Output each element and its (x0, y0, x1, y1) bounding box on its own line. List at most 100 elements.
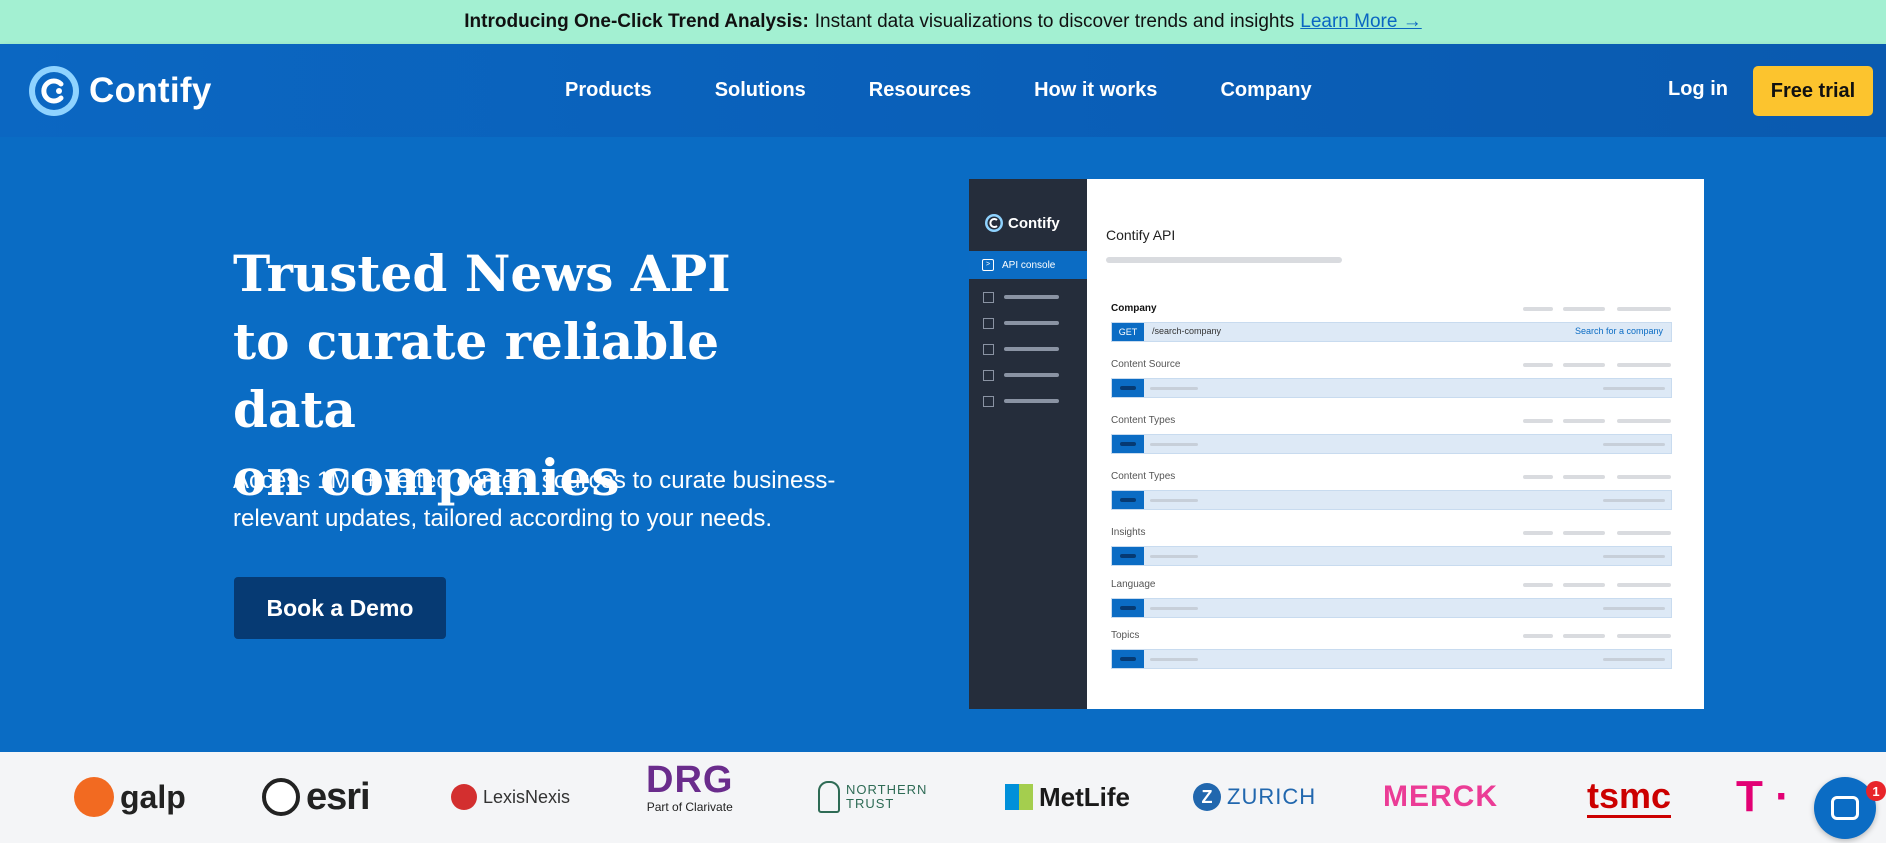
logo-text: ZURICH (1227, 784, 1317, 809)
placeholder-line (1106, 257, 1342, 263)
logo-text: MetLife (1039, 781, 1130, 812)
method-badge (1112, 491, 1144, 509)
section-label: Topics (1111, 630, 1140, 641)
console-sidebar: Contify > API console (969, 179, 1087, 709)
placeholder-line (1523, 583, 1553, 587)
method-badge (1112, 599, 1144, 617)
section-label: Content Types (1111, 471, 1176, 482)
free-trial-button[interactable]: Free trial (1753, 66, 1873, 116)
sidebar-item-label: API console (1002, 259, 1056, 271)
logo-text: tsmc (1587, 774, 1672, 818)
section-label: Content Source (1111, 359, 1181, 370)
logo-drg: DRG Part of Clarivate (646, 759, 734, 813)
logo-text: DRG (646, 759, 734, 801)
book-demo-button[interactable]: Book a Demo (234, 577, 446, 639)
placeholder-line (1617, 475, 1671, 479)
placeholder-line (1617, 307, 1671, 311)
terminal-icon: > (982, 259, 994, 271)
placeholder-line (1523, 419, 1553, 423)
placeholder-line (1523, 307, 1553, 311)
placeholder-line (1004, 347, 1059, 351)
globe-icon (262, 778, 300, 816)
sidebar-item[interactable] (983, 395, 1078, 407)
announcement-text: Instant data visualizations to discover … (814, 11, 1295, 32)
endpoint-section: Topics (1111, 630, 1672, 680)
brand-name: Contify (89, 71, 212, 110)
logo-text: galp (120, 778, 186, 815)
sidebar-item[interactable] (983, 343, 1078, 355)
contify-logo-icon (29, 66, 79, 116)
brand-logo[interactable]: Contify (29, 66, 212, 116)
endpoint-row[interactable] (1111, 546, 1672, 566)
nav-resources[interactable]: Resources (869, 79, 971, 102)
nav-solutions[interactable]: Solutions (715, 79, 806, 102)
endpoint-row[interactable] (1111, 598, 1672, 618)
checkbox-icon (983, 291, 994, 303)
contify-logo-icon (985, 214, 1003, 232)
logo-text: NORTHERN TRUST (846, 782, 928, 811)
northern-trust-logo-icon (818, 781, 840, 813)
zurich-logo-icon: Z (1193, 783, 1221, 811)
method-badge (1112, 379, 1144, 397)
sidebar-item-api-console[interactable]: > API console (969, 251, 1087, 279)
checkbox-icon (983, 317, 994, 329)
section-label: Content Types (1111, 415, 1176, 426)
endpoint-row[interactable]: GET /search-company Search for a company (1111, 322, 1672, 342)
endpoint-row[interactable] (1111, 649, 1672, 669)
logo-text: esri (306, 775, 371, 818)
sidebar-item[interactable] (983, 317, 1078, 329)
placeholder-line (1523, 531, 1553, 535)
login-link[interactable]: Log in (1668, 78, 1728, 101)
placeholder-line (1617, 363, 1671, 367)
chat-icon (1831, 796, 1859, 820)
hero-title-line-2: to curate reliable data (233, 312, 720, 439)
galp-logo-icon (74, 777, 114, 817)
placeholder-line (1563, 475, 1605, 479)
console-brand: Contify (985, 214, 1060, 232)
nav-products[interactable]: Products (565, 79, 652, 102)
placeholder-line (1617, 583, 1671, 587)
logo-metlife: MetLife (1005, 774, 1130, 820)
placeholder-line (1617, 419, 1671, 423)
placeholder-line (1004, 321, 1059, 325)
placeholder-line (1004, 373, 1059, 377)
nav-company[interactable]: Company (1220, 79, 1311, 102)
site-header: Contify Products Solutions Resources How… (0, 44, 1886, 137)
endpoint-row[interactable] (1111, 490, 1672, 510)
logo-merck: MERCK (1383, 774, 1498, 820)
main-nav: Products Solutions Resources How it work… (565, 44, 1312, 137)
endpoint-row[interactable] (1111, 378, 1672, 398)
endpoint-section: Content Source (1111, 359, 1672, 409)
section-label: Insights (1111, 527, 1146, 538)
placeholder-line (1617, 634, 1671, 638)
chat-unread-badge: 1 (1866, 781, 1886, 801)
placeholder-line (1563, 363, 1605, 367)
console-title: Contify API (1106, 227, 1176, 243)
method-badge (1112, 435, 1144, 453)
logo-tsmc: tsmc (1587, 774, 1672, 820)
placeholder-line (1563, 307, 1605, 311)
placeholder-line (1563, 634, 1605, 638)
learn-more-link[interactable]: Learn More → (1300, 11, 1421, 33)
placeholder-line (1563, 531, 1605, 535)
method-badge (1112, 650, 1144, 668)
logo-northern-trust: NORTHERN TRUST (818, 774, 927, 820)
section-label: Company (1111, 303, 1157, 314)
placeholder-line (1563, 583, 1605, 587)
endpoint-row[interactable] (1111, 434, 1672, 454)
api-console-mockup: Contify > API console Contify API Compan… (969, 179, 1704, 709)
console-brand-name: Contify (1008, 214, 1060, 232)
logo-text: MERCK (1383, 780, 1498, 813)
sidebar-item[interactable] (983, 291, 1078, 303)
endpoint-section: Insights (1111, 527, 1672, 577)
checkbox-icon (983, 369, 994, 381)
hero-title-line-1: Trusted News API (233, 244, 731, 303)
sidebar-item[interactable] (983, 369, 1078, 381)
endpoint-section: Language (1111, 579, 1672, 629)
logo-lexisnexis: LexisNexis (451, 774, 570, 820)
nav-how-it-works[interactable]: How it works (1034, 79, 1157, 102)
endpoint-action-link[interactable]: Search for a company (1575, 326, 1663, 336)
section-label: Language (1111, 579, 1156, 590)
placeholder-line (1004, 295, 1059, 299)
logo-t-mobile: T · (1736, 772, 1790, 821)
